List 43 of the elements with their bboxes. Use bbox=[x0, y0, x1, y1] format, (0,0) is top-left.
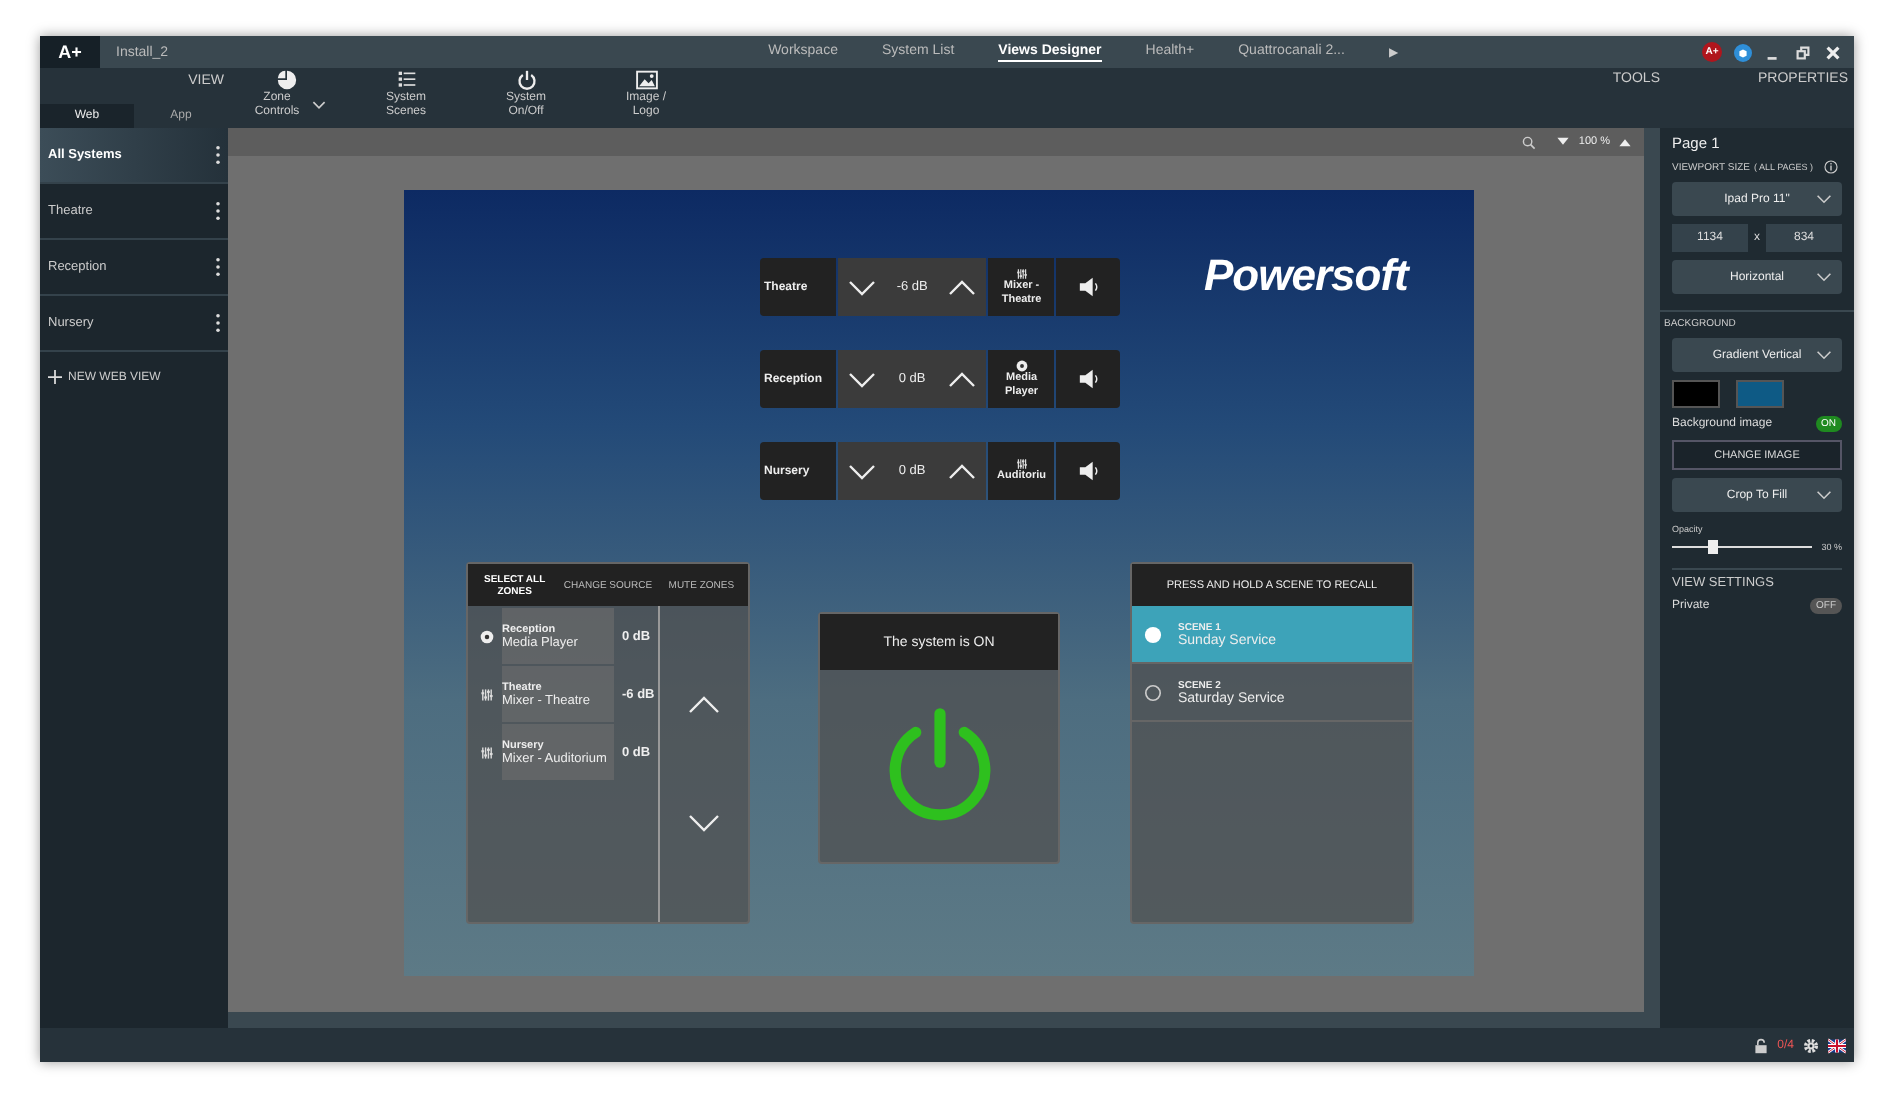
list-icon[interactable] bbox=[395, 70, 417, 90]
power-icon[interactable] bbox=[515, 70, 537, 90]
zoom-icon[interactable] bbox=[1522, 135, 1537, 149]
lock-icon[interactable] bbox=[1751, 1037, 1770, 1053]
info-icon[interactable] bbox=[1823, 160, 1838, 174]
caret-icon[interactable] bbox=[1816, 194, 1832, 204]
radio-icon bbox=[1144, 683, 1162, 701]
speaker-icon bbox=[1077, 276, 1100, 298]
mute-button[interactable] bbox=[1056, 442, 1120, 500]
volume-down-icon[interactable] bbox=[847, 279, 876, 295]
volume-down-icon[interactable] bbox=[848, 371, 877, 387]
speaker-icon bbox=[1077, 460, 1100, 482]
zoom-in-icon[interactable] bbox=[1618, 136, 1632, 148]
restore-icon[interactable] bbox=[1794, 43, 1812, 61]
app-logo: A+ bbox=[40, 36, 100, 68]
close-icon[interactable] bbox=[1824, 43, 1842, 61]
caret-icon[interactable] bbox=[311, 100, 325, 111]
volume-up-icon[interactable] bbox=[947, 463, 976, 479]
volume-down-icon[interactable] bbox=[688, 814, 720, 832]
mute-button[interactable] bbox=[1056, 258, 1120, 316]
radio-icon bbox=[1144, 625, 1162, 643]
volume-up-icon[interactable] bbox=[688, 696, 720, 714]
caret-icon[interactable] bbox=[1816, 272, 1832, 282]
color-swatch[interactable] bbox=[1672, 380, 1720, 408]
flag-icon[interactable] bbox=[1828, 1037, 1846, 1053]
caret-icon[interactable] bbox=[1816, 490, 1832, 500]
vertical-scrollbar[interactable] bbox=[1644, 128, 1660, 1028]
speaker-icon bbox=[1077, 368, 1100, 390]
caret-icon[interactable] bbox=[1816, 350, 1832, 360]
cube-icon[interactable] bbox=[1734, 43, 1752, 61]
color-swatch[interactable] bbox=[1736, 380, 1784, 408]
image-icon[interactable] bbox=[635, 70, 657, 90]
plus-icon[interactable] bbox=[48, 370, 62, 384]
volume-up-icon[interactable] bbox=[948, 279, 977, 295]
horizontal-scrollbar[interactable] bbox=[228, 1012, 1644, 1028]
settings-icon[interactable] bbox=[1802, 1037, 1820, 1053]
volume-up-icon[interactable] bbox=[947, 371, 976, 387]
mute-button[interactable] bbox=[1056, 350, 1120, 408]
pie-chart-icon[interactable] bbox=[275, 70, 297, 90]
volume-down-icon[interactable] bbox=[848, 463, 877, 479]
brand-logo: Powersoft bbox=[1204, 250, 1408, 302]
slider-thumb[interactable] bbox=[1707, 539, 1718, 554]
zoom-out-icon[interactable] bbox=[1556, 136, 1571, 148]
